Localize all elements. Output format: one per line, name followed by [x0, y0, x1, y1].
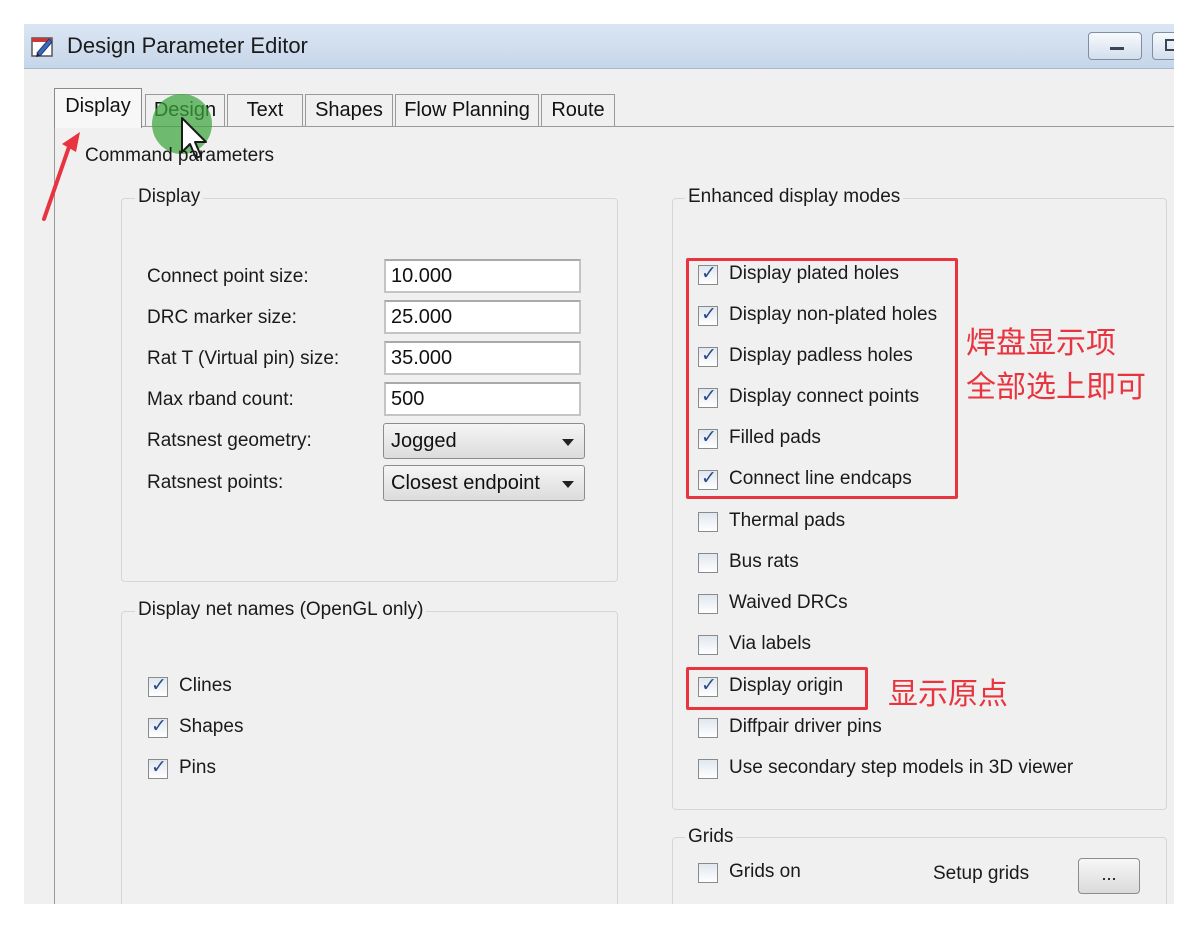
pins-checkbox[interactable]: ✓: [148, 757, 168, 779]
bus-rats-label: Bus rats: [729, 551, 799, 572]
via-labels-checkbox[interactable]: [698, 635, 718, 655]
shapes-checkbox[interactable]: ✓: [148, 716, 168, 738]
ratsnest-geometry-select[interactable]: Jogged: [383, 423, 585, 459]
origin-note: 显示原点: [888, 677, 1008, 712]
tab-shapes[interactable]: Shapes: [305, 94, 393, 126]
pad-note-line2: 全部选上即可: [966, 370, 1146, 405]
ratsnest-geometry-label: Ratsnest geometry:: [147, 430, 312, 451]
drc-marker-size-input[interactable]: [384, 300, 581, 334]
secondary-step-models-checkbox[interactable]: [698, 759, 718, 779]
enhanced-display-modes-label: Enhanced display modes: [685, 186, 904, 208]
maximize-icon: [1165, 39, 1174, 51]
chevron-down-icon: [562, 481, 574, 488]
clines-label: Clines: [179, 675, 232, 696]
tab-divider: [54, 126, 1174, 127]
diffpair-driver-pins-checkbox[interactable]: [698, 718, 718, 738]
display-group-label: Display: [135, 186, 204, 208]
minimize-icon: [1110, 47, 1124, 50]
rat-t-size-input[interactable]: [384, 341, 581, 375]
thermal-pads-checkbox[interactable]: [698, 512, 718, 532]
tab-display[interactable]: Display: [54, 88, 142, 128]
shapes-label: Shapes: [179, 716, 244, 737]
window-title: Design Parameter Editor: [67, 33, 308, 58]
pins-label: Pins: [179, 757, 216, 778]
via-labels-label: Via labels: [729, 633, 812, 654]
diffpair-driver-pins-label: Diffpair driver pins: [729, 716, 882, 737]
pad-options-highlight: [686, 258, 958, 499]
title-bar: Design Parameter Editor: [24, 24, 1174, 69]
drc-marker-size-label: DRC marker size:: [147, 307, 297, 328]
pad-note-line1: 焊盘显示项: [966, 326, 1116, 361]
clines-checkbox[interactable]: ✓: [148, 675, 168, 697]
display-net-names-label: Display net names (OpenGL only): [135, 599, 427, 621]
setup-grids-label: Setup grids: [933, 863, 1030, 884]
check-mark-icon: ✓: [151, 675, 167, 696]
tab-flow-planning[interactable]: Flow Planning: [395, 94, 539, 126]
thermal-pads-label: Thermal pads: [729, 510, 846, 531]
design-parameter-editor-window: Design Parameter Editor Display Design T…: [24, 24, 1174, 904]
max-rband-count-input[interactable]: [384, 382, 581, 416]
ratsnest-points-value: Closest endpoint: [391, 472, 540, 494]
ratsnest-points-label: Ratsnest points:: [147, 472, 284, 493]
waived-drcs-checkbox[interactable]: [698, 594, 718, 614]
tab-panel-border: [54, 126, 55, 904]
rat-t-size-label: Rat T (Virtual pin) size:: [147, 348, 340, 369]
check-mark-icon: ✓: [151, 716, 167, 737]
ratsnest-geometry-value: Jogged: [391, 430, 457, 452]
connect-point-size-input[interactable]: [384, 259, 581, 293]
minimize-button[interactable]: [1088, 32, 1142, 60]
grids-on-label: Grids on: [729, 861, 801, 882]
app-icon: [31, 37, 53, 57]
chevron-down-icon: [562, 439, 574, 446]
waived-drcs-label: Waived DRCs: [729, 592, 848, 613]
check-mark-icon: ✓: [151, 757, 167, 778]
tab-text[interactable]: Text: [227, 94, 303, 126]
grids-on-checkbox[interactable]: [698, 863, 718, 883]
command-parameters-label: Command parameters: [85, 145, 275, 166]
grids-label: Grids: [685, 826, 737, 848]
display-origin-highlight: [686, 667, 868, 710]
max-rband-count-label: Max rband count:: [147, 389, 294, 410]
setup-grids-button[interactable]: ...: [1078, 858, 1140, 894]
ratsnest-points-select[interactable]: Closest endpoint: [383, 465, 585, 501]
connect-point-size-label: Connect point size:: [147, 266, 309, 287]
maximize-button[interactable]: [1152, 32, 1174, 60]
tab-route[interactable]: Route: [541, 94, 615, 126]
bus-rats-checkbox[interactable]: [698, 553, 718, 573]
secondary-step-models-label: Use secondary step models in 3D viewer: [729, 757, 1074, 778]
arrow-annotation-icon: [42, 132, 80, 221]
